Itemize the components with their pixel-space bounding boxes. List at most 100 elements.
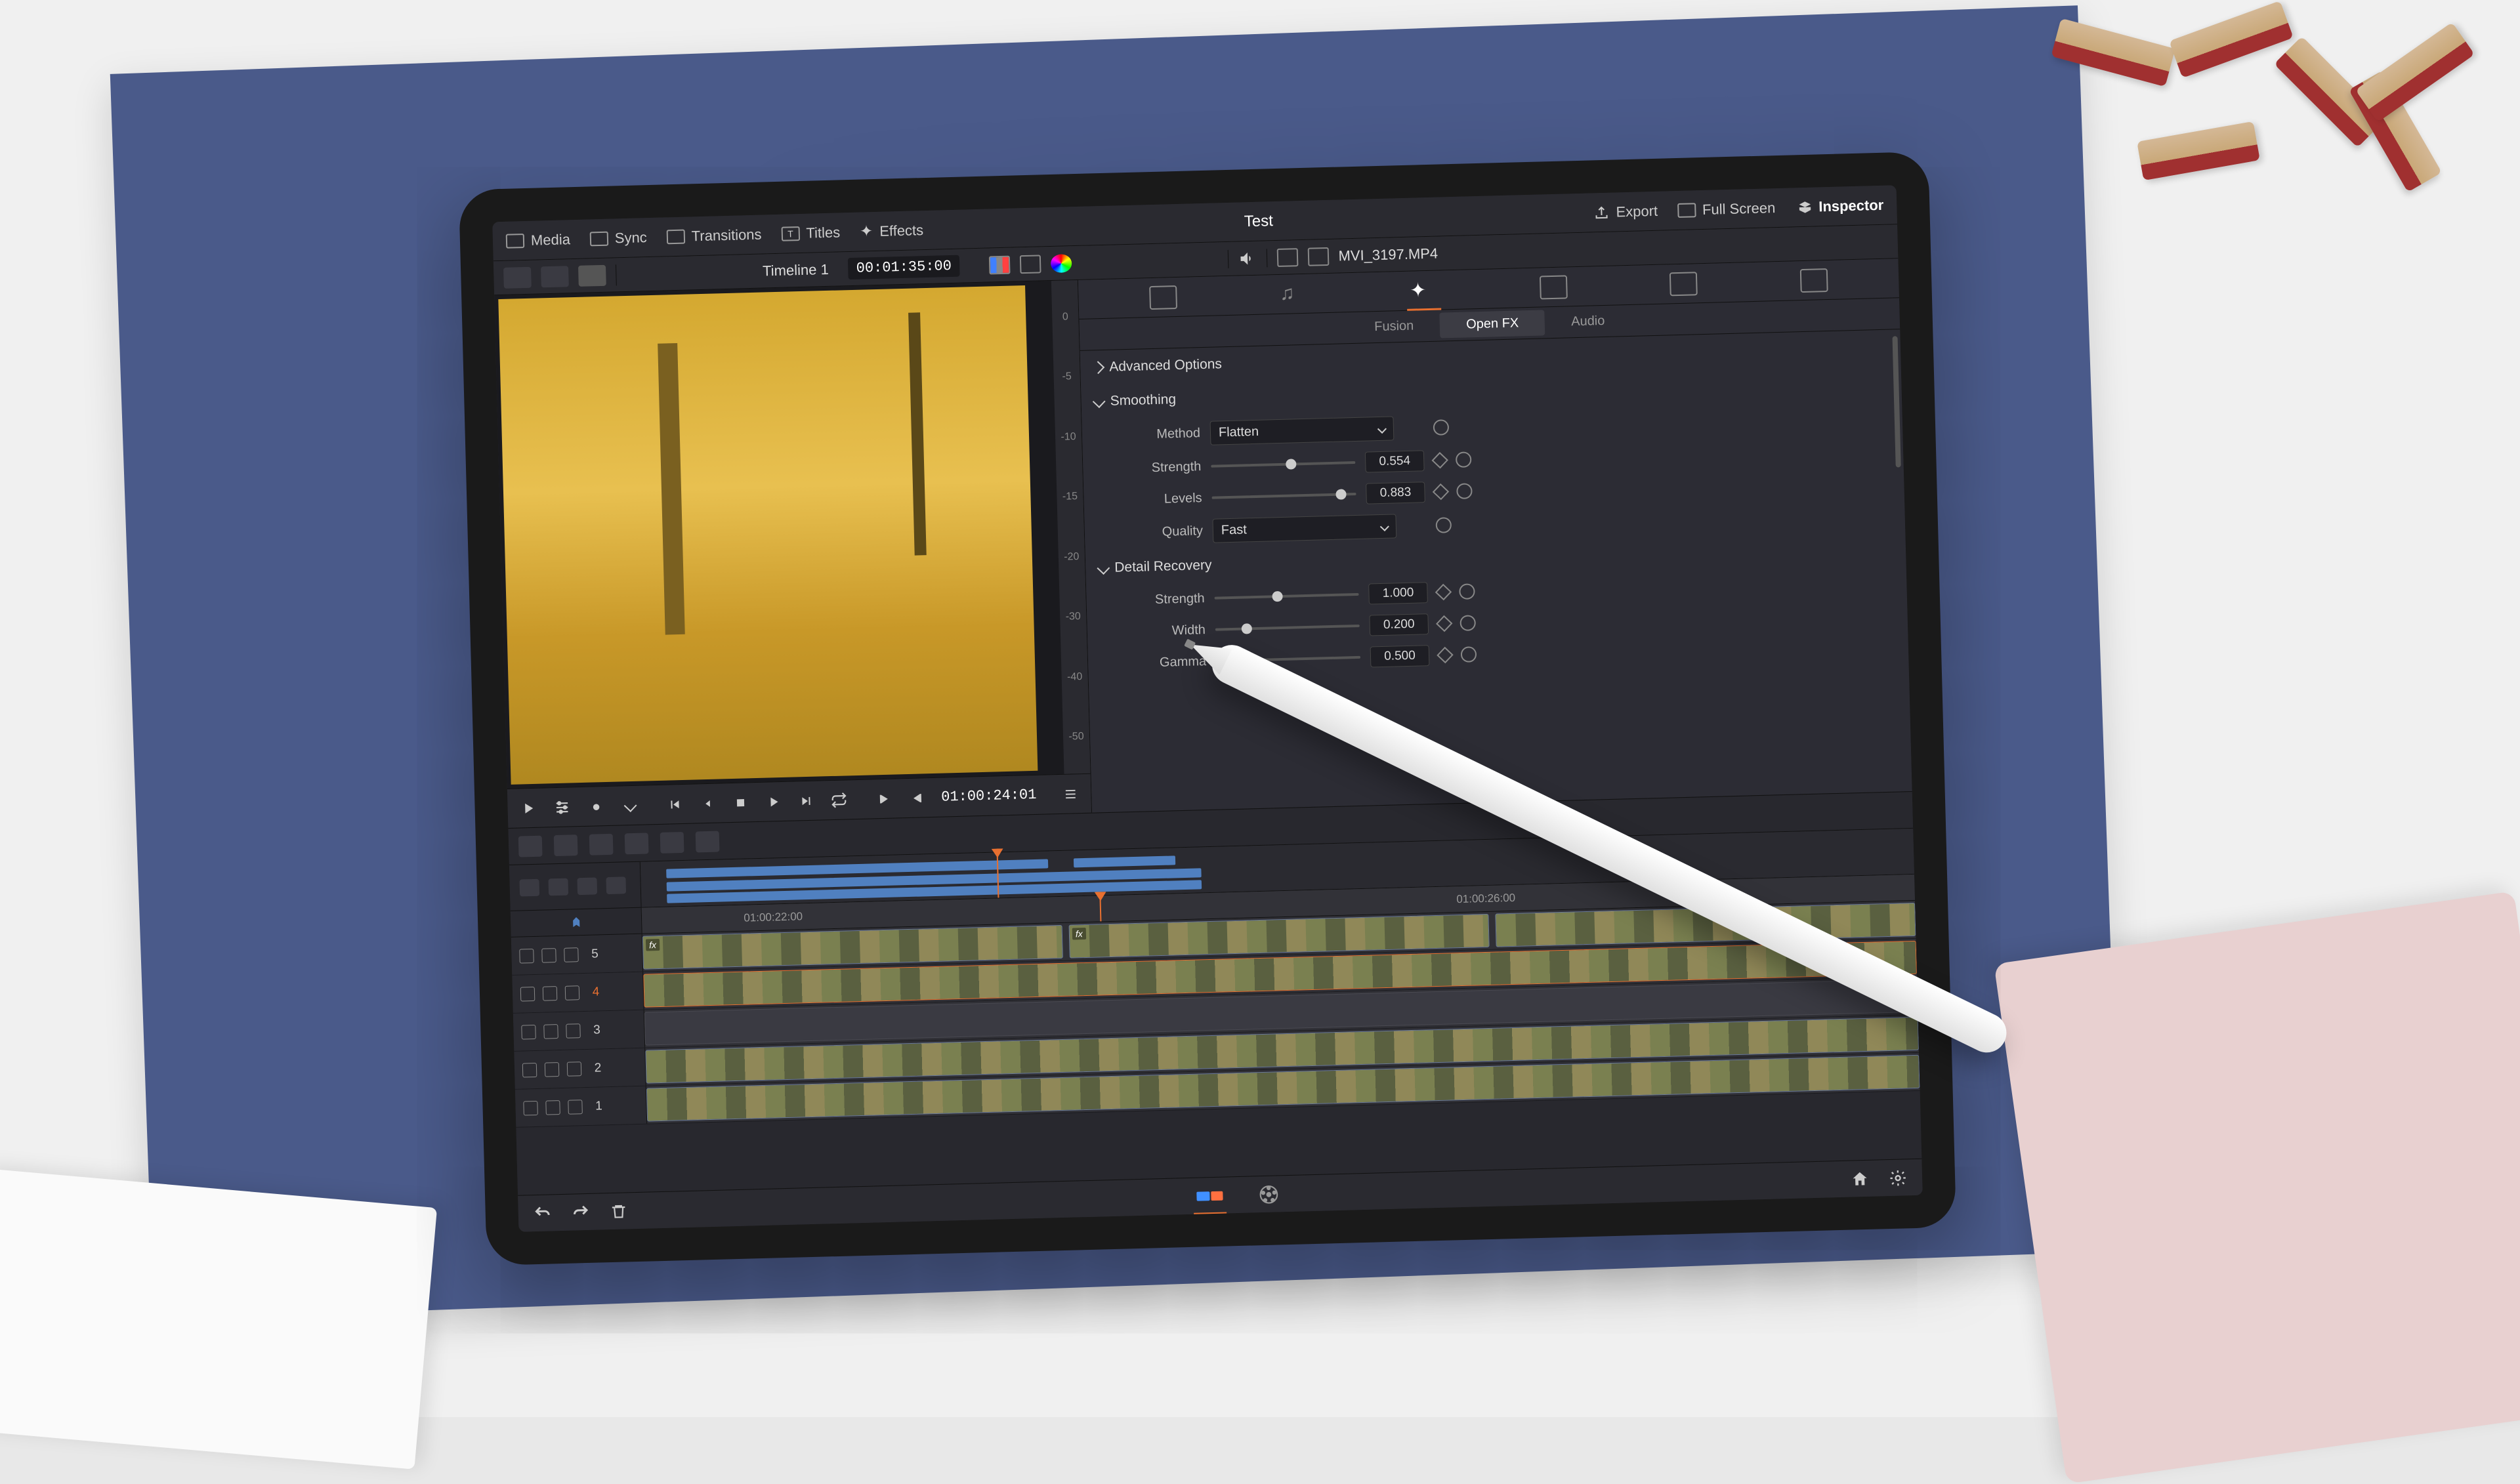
audio-tab-icon[interactable]: ♫ <box>1280 281 1308 306</box>
method-dropdown[interactable]: Flatten <box>1210 416 1395 445</box>
enable-icon[interactable] <box>566 1023 581 1039</box>
strength-slider[interactable] <box>1211 461 1355 468</box>
dr-strength-slider[interactable] <box>1215 593 1359 600</box>
dr-strength-value[interactable]: 1.000 <box>1368 582 1428 604</box>
trim-tool[interactable] <box>554 835 578 856</box>
track-header[interactable]: 4 <box>512 972 644 1013</box>
chevron-down-icon[interactable] <box>620 794 641 816</box>
settings-sliders-icon[interactable] <box>551 796 573 818</box>
undo-button[interactable] <box>531 1203 554 1224</box>
marker-dot-icon[interactable]: ● <box>585 796 607 817</box>
bypass-icon[interactable] <box>1020 255 1041 274</box>
fusion-subtab[interactable]: Fusion <box>1348 313 1440 341</box>
width-reset[interactable] <box>1460 615 1476 631</box>
lock-icon[interactable] <box>521 1024 536 1039</box>
effects-button[interactable]: ✦ Effects <box>860 220 924 241</box>
width-slider[interactable] <box>1215 625 1360 631</box>
transport-timecode[interactable]: 01:00:24:01 <box>941 787 1037 806</box>
sync-button[interactable]: Sync <box>590 229 648 247</box>
track-header[interactable]: 3 <box>513 1010 645 1051</box>
transition-tab-icon[interactable] <box>1540 275 1568 299</box>
delete-button[interactable] <box>607 1201 630 1222</box>
export-button[interactable]: Export <box>1593 202 1658 221</box>
track-header[interactable]: 5 <box>511 934 643 975</box>
enable-icon[interactable] <box>567 1061 582 1077</box>
overwrite-tool[interactable] <box>660 831 684 853</box>
snap-toggle[interactable] <box>519 878 539 896</box>
video-tab-icon[interactable] <box>1149 285 1177 310</box>
step-back-button[interactable] <box>697 793 719 814</box>
go-to-in-button[interactable] <box>873 788 894 810</box>
width-value[interactable]: 0.200 <box>1369 613 1429 636</box>
timeline-playhead[interactable] <box>1100 896 1102 921</box>
edit-mode-icon[interactable] <box>517 797 539 819</box>
enable-icon[interactable] <box>565 985 580 1000</box>
file-tab-icon[interactable] <box>1800 268 1828 293</box>
effects-tab-icon[interactable]: ✦ <box>1410 278 1438 302</box>
inspector-scrollbar[interactable] <box>1893 336 1901 467</box>
blade-tool[interactable] <box>589 833 614 855</box>
go-to-out-button[interactable] <box>907 787 929 809</box>
next-clip-button[interactable] <box>795 790 817 812</box>
gamma-reset[interactable] <box>1461 646 1477 663</box>
view-mode-1[interactable] <box>503 266 532 288</box>
dr-strength-keyframe[interactable] <box>1435 584 1452 600</box>
home-button[interactable] <box>1849 1168 1872 1189</box>
cut-page-button[interactable] <box>1193 1184 1227 1208</box>
mute-icon[interactable] <box>541 948 556 963</box>
stop-button[interactable] <box>730 792 751 814</box>
levels-keyframe[interactable] <box>1433 484 1449 500</box>
track-header[interactable]: 1 <box>515 1086 647 1127</box>
mute-icon[interactable] <box>543 1024 558 1039</box>
color-wheel-icon[interactable] <box>1050 254 1072 273</box>
selection-tool[interactable] <box>518 835 543 857</box>
lock-icon[interactable] <box>522 1062 537 1077</box>
enable-icon[interactable] <box>568 1100 583 1115</box>
method-reset[interactable] <box>1433 419 1450 436</box>
quality-dropdown[interactable]: Fast <box>1212 514 1396 543</box>
levels-value[interactable]: 0.883 <box>1366 482 1425 504</box>
dr-strength-reset[interactable] <box>1459 583 1475 600</box>
strength-reset[interactable] <box>1456 451 1472 468</box>
mute-icon[interactable] <box>545 1100 560 1115</box>
timeline-timecode[interactable]: 00:01:35:00 <box>848 255 959 279</box>
fullscreen-button[interactable]: Full Screen <box>1677 199 1776 219</box>
strength-value[interactable]: 0.554 <box>1365 450 1425 472</box>
color-page-button[interactable] <box>1252 1182 1286 1206</box>
image-tab-icon[interactable] <box>1670 272 1698 296</box>
prev-clip-button[interactable] <box>664 793 686 815</box>
levels-slider[interactable] <box>1212 493 1356 499</box>
mute-icon[interactable] <box>543 986 558 1001</box>
loop-button[interactable] <box>828 789 850 811</box>
marker-toggle[interactable] <box>606 876 626 894</box>
play-button[interactable] <box>763 791 784 812</box>
quality-reset[interactable] <box>1435 517 1452 533</box>
inspector-button[interactable]: Inspector <box>1795 196 1884 216</box>
redo-button[interactable] <box>569 1202 592 1222</box>
media-button[interactable]: Media <box>506 231 571 250</box>
lock-icon[interactable] <box>520 986 536 1001</box>
transitions-button[interactable]: Transitions <box>666 226 761 245</box>
gamma-value[interactable]: 0.500 <box>1370 645 1430 667</box>
settings-gear-icon[interactable] <box>1887 1168 1910 1188</box>
mute-icon[interactable] <box>545 1062 560 1077</box>
width-keyframe[interactable] <box>1436 615 1452 632</box>
flag-toggle[interactable] <box>577 877 597 895</box>
audio-toggle[interactable] <box>1227 249 1267 268</box>
view-mode-3[interactable] <box>578 264 606 286</box>
timeline-name[interactable]: Timeline 1 <box>763 260 829 279</box>
titles-button[interactable]: T Titles <box>781 224 840 242</box>
camera-icon[interactable] <box>989 255 1011 274</box>
enable-icon[interactable] <box>564 947 579 962</box>
strength-keyframe[interactable] <box>1431 452 1448 468</box>
track-header[interactable]: 2 <box>514 1048 646 1089</box>
openfx-subtab[interactable]: Open FX <box>1440 310 1545 338</box>
clip-view-icon-2[interactable] <box>1307 247 1329 266</box>
clip-view-icon-1[interactable] <box>1276 248 1298 267</box>
replace-tool[interactable] <box>696 831 720 852</box>
insert-tool[interactable] <box>625 833 649 854</box>
viewer[interactable]: 0 -5 -10 -15 -20 -30 -40 -50 <box>494 280 1090 789</box>
link-toggle[interactable] <box>548 878 568 896</box>
inspector-body[interactable]: Advanced Options Smoothing Method Flatte… <box>1080 329 1912 812</box>
menu-icon[interactable] <box>1060 783 1082 805</box>
